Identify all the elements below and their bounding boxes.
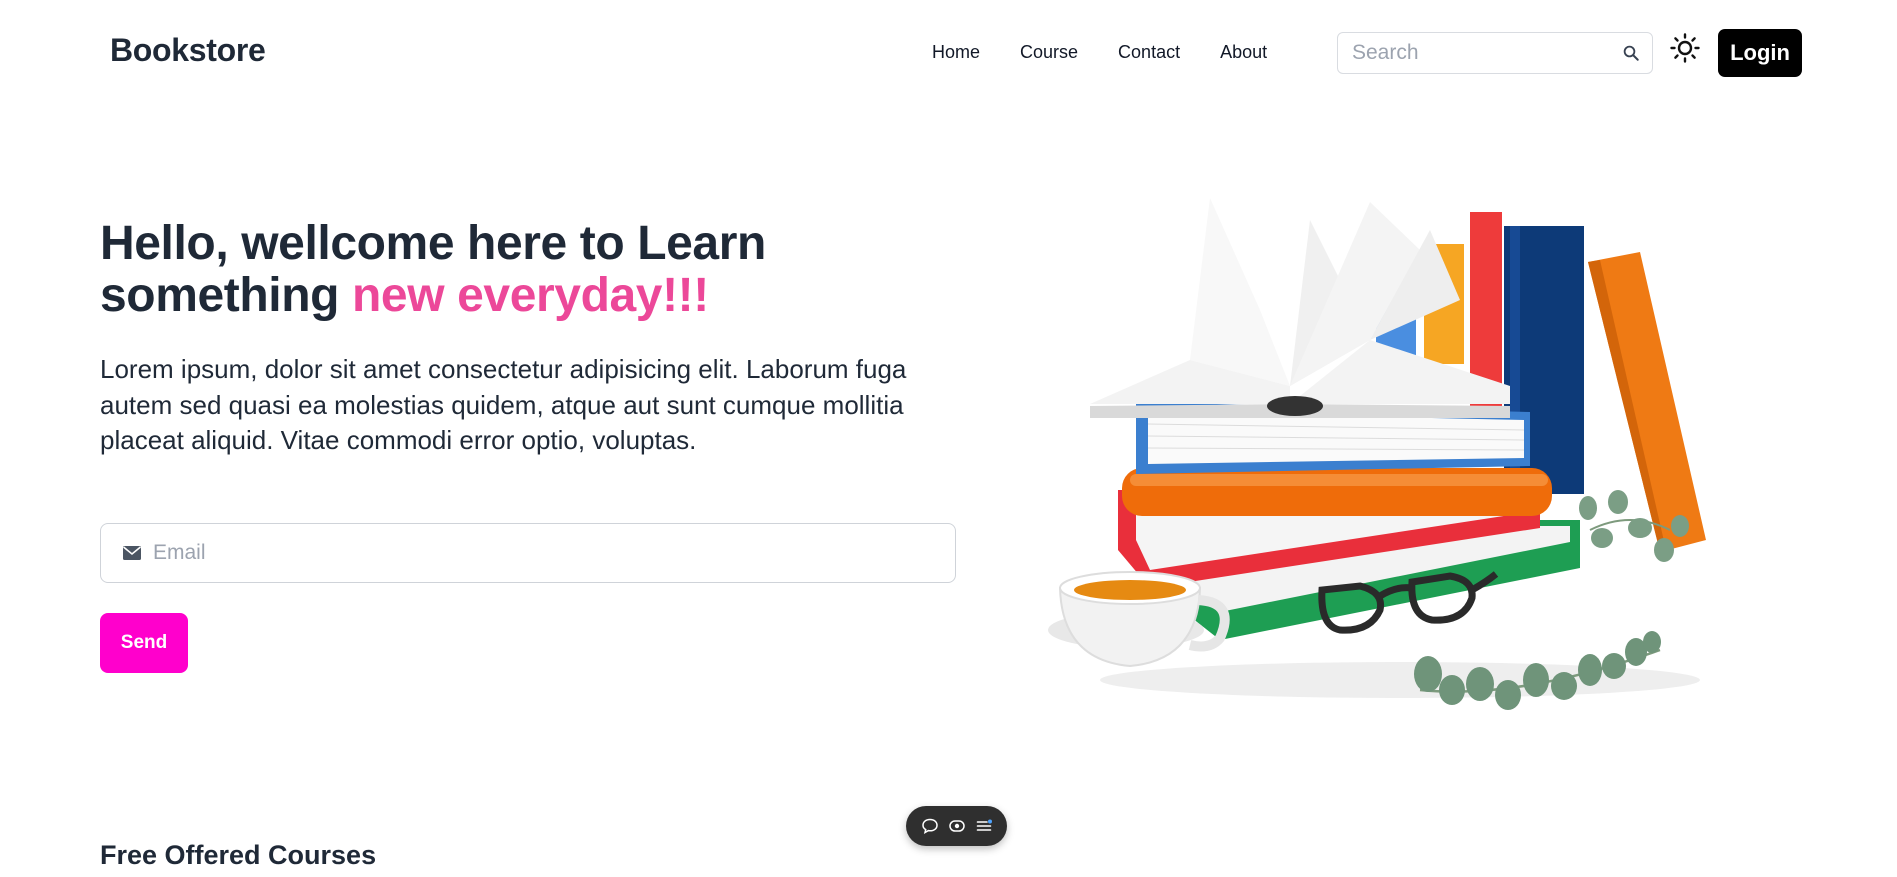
floating-toolbar xyxy=(906,806,1007,846)
sun-icon[interactable] xyxy=(1670,33,1700,63)
search-box xyxy=(1337,32,1653,74)
login-button[interactable]: Login xyxy=(1718,29,1802,77)
nav-home[interactable]: Home xyxy=(932,40,980,64)
send-button[interactable]: Send xyxy=(100,613,188,673)
eye-icon[interactable] xyxy=(948,817,966,835)
nav-contact[interactable]: Contact xyxy=(1118,40,1180,64)
comment-icon[interactable] xyxy=(921,817,939,835)
main-nav: Home Course Contact About xyxy=(932,40,1307,64)
search-icon[interactable] xyxy=(1622,44,1640,62)
hero-description: Lorem ipsum, dolor sit amet consectetur … xyxy=(100,354,907,455)
list-icon[interactable] xyxy=(975,817,993,835)
nav-course[interactable]: Course xyxy=(1020,40,1078,64)
mail-icon xyxy=(123,546,141,560)
books-illustration xyxy=(1048,198,1706,710)
search-input[interactable] xyxy=(1352,41,1622,65)
nav-about[interactable]: About xyxy=(1220,40,1267,64)
email-input[interactable] xyxy=(153,541,933,565)
hero-title: Hello, wellcome here to Learn something … xyxy=(100,218,920,322)
brand-logo[interactable]: Bookstore xyxy=(110,32,266,69)
hero-title-accent: new everyday!!! xyxy=(352,269,709,322)
email-field-wrapper xyxy=(100,523,956,583)
courses-section-title: Free Offered Courses xyxy=(100,840,377,870)
